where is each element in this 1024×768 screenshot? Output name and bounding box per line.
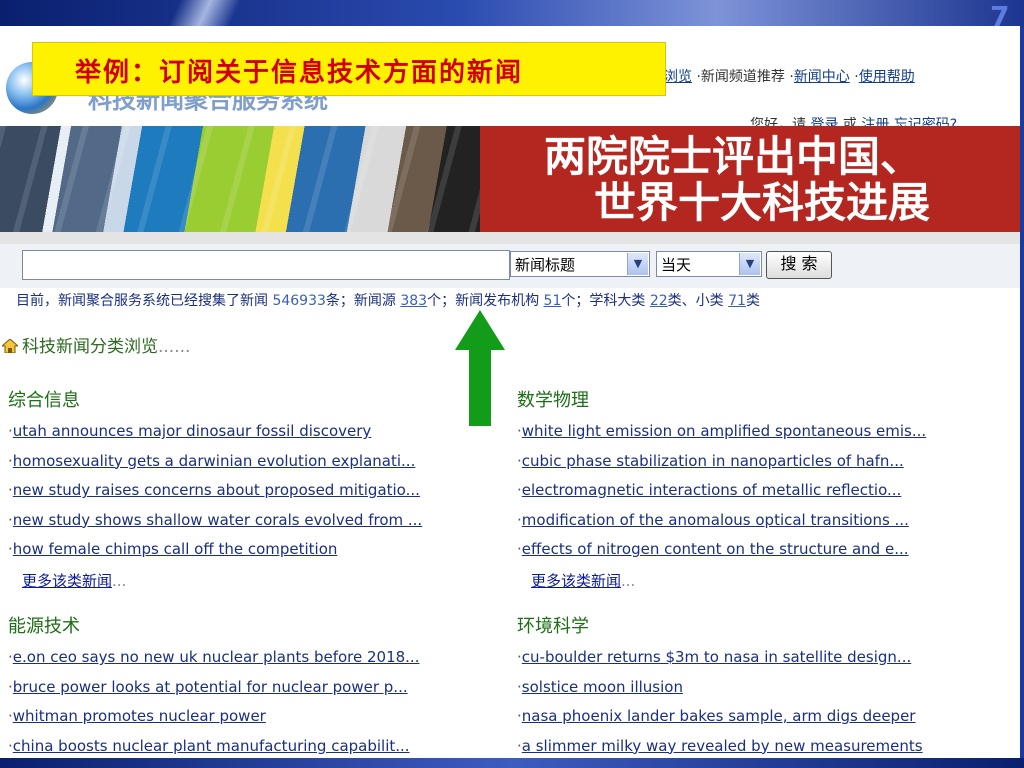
search-field-select[interactable]: 新闻标题 ▼ xyxy=(510,251,650,277)
publisher-count-link[interactable]: 51 xyxy=(544,293,562,309)
banner-image-collage xyxy=(0,126,480,232)
list-item: ·electromagnetic interactions of metalli… xyxy=(517,481,902,500)
news-link[interactable]: effects of nitrogen content on the struc… xyxy=(522,540,909,558)
list-item: ·modification of the anomalous optical t… xyxy=(517,510,909,529)
news-link[interactable]: a slimmer milky way revealed by new meas… xyxy=(522,737,923,755)
category-browse-ellipsis: ...... xyxy=(158,337,191,357)
minor-category-count-link[interactable]: 71 xyxy=(728,293,746,309)
news-link[interactable]: modification of the anomalous optical tr… xyxy=(522,511,909,529)
time-range-select[interactable]: 当天 ▼ xyxy=(656,251,762,277)
top-nav: 浏览 ·新闻频道推荐 ·新闻中心 ·使用帮助 xyxy=(664,66,915,86)
list-item: ·cu-boulder returns $3m to nasa in satel… xyxy=(517,648,912,666)
list-item: ·utah announces major dinosaur fossil di… xyxy=(8,422,372,440)
banner-title-line1: 两院院士评出中国、 xyxy=(544,132,923,181)
banner[interactable]: 两院院士评出中国、 世界十大科技进展 xyxy=(0,126,1020,232)
list-item: ·cubic phase stabilization in nanopartic… xyxy=(517,451,904,470)
nav-browse-link[interactable]: 浏览 xyxy=(664,69,692,85)
news-count: 546933 xyxy=(272,293,326,309)
time-range-value: 当天 xyxy=(661,256,692,274)
stats-unit: 个；学科大类 xyxy=(561,293,646,309)
category-browse-header: 科技新闻分类浏览...... xyxy=(2,332,190,357)
news-list: ·cu-boulder returns $3m to nasa in satel… xyxy=(517,646,1017,764)
search-field-value: 新闻标题 xyxy=(515,256,576,274)
section-title: 能源技术 xyxy=(8,616,80,637)
more-news-ellipsis: ... xyxy=(112,571,127,590)
home-icon xyxy=(2,339,18,353)
section-energy-tech: 能源技术 ·e.on ceo says no new uk nuclear pl… xyxy=(8,614,508,764)
news-link[interactable]: nasa phoenix lander bakes sample, arm di… xyxy=(522,707,916,725)
nav-news-center-link[interactable]: 新闻中心 xyxy=(794,69,850,85)
source-count-link[interactable]: 383 xyxy=(400,293,427,309)
list-item: ·solstice moon illusion xyxy=(517,677,683,696)
news-link[interactable]: cu-boulder returns $3m to nasa in satell… xyxy=(522,648,911,666)
stats-unit: 类 xyxy=(745,293,760,309)
list-item: ·how female chimps call off the competit… xyxy=(8,540,338,559)
list-item: ·new study shows shallow water corals ev… xyxy=(8,510,423,529)
section-general-info: 综合信息 ·utah announces major dinosaur foss… xyxy=(8,388,508,591)
more-news-link[interactable]: 更多该类新闻 xyxy=(531,572,621,590)
list-item: ·white light emission on amplified spont… xyxy=(517,422,927,440)
section-math-physics: 数学物理 ·white light emission on amplified … xyxy=(517,388,1017,591)
news-link[interactable]: solstice moon illusion xyxy=(522,678,683,696)
slide-top-band xyxy=(0,0,1024,26)
stats-unit: 个；新闻发布机构 xyxy=(427,293,540,309)
list-item: ·effects of nitrogen content on the stru… xyxy=(517,540,909,559)
news-list: ·utah announces major dinosaur fossil di… xyxy=(8,420,508,568)
chevron-down-icon: ▼ xyxy=(739,253,760,275)
news-link[interactable]: new study shows shallow water corals evo… xyxy=(13,511,422,529)
section-title: 数学物理 xyxy=(517,390,589,411)
stats-prefix: 目前，新闻聚合服务系统已经搜集了新闻 xyxy=(16,293,268,309)
list-item: ·new study raises concerns about propose… xyxy=(8,481,420,500)
slide-bottom-band xyxy=(0,758,1024,768)
more-news-link[interactable]: 更多该类新闻 xyxy=(22,572,112,590)
news-list: ·e.on ceo says no new uk nuclear plants … xyxy=(8,646,508,764)
news-link[interactable]: electromagnetic interactions of metallic… xyxy=(522,481,902,499)
section-environmental-science: 环境科学 ·cu-boulder returns $3m to nasa in … xyxy=(517,614,1017,764)
list-item: ·e.on ceo says no new uk nuclear plants … xyxy=(8,648,420,666)
list-item: ·bruce power looks at potential for nucl… xyxy=(8,677,408,696)
news-link[interactable]: cubic phase stabilization in nanoparticl… xyxy=(522,452,904,470)
news-link[interactable]: how female chimps call off the competiti… xyxy=(13,540,338,558)
more-news: 更多该类新闻... xyxy=(22,570,508,591)
search-bar: 新闻标题 ▼ 当天 ▼ 搜 索 xyxy=(0,244,1020,288)
news-link[interactable]: new study raises concerns about proposed… xyxy=(13,481,420,499)
news-link[interactable]: white light emission on amplified sponta… xyxy=(522,422,926,440)
category-browse-label: 科技新闻分类浏览 xyxy=(22,337,158,357)
banner-title: 两院院士评出中国、 世界十大科技进展 xyxy=(544,134,930,226)
list-item: ·homosexuality gets a darwinian evolutio… xyxy=(8,451,416,470)
stats-unit: 类、小类 xyxy=(667,293,724,309)
more-news-ellipsis: ... xyxy=(621,571,636,590)
stats-line: 目前，新闻聚合服务系统已经搜集了新闻 546933条；新闻源 383个；新闻发布… xyxy=(16,290,760,310)
major-category-count-link[interactable]: 22 xyxy=(650,293,668,309)
news-list: ·white light emission on amplified spont… xyxy=(517,420,1017,568)
news-link[interactable]: utah announces major dinosaur fossil dis… xyxy=(13,422,371,440)
news-link[interactable]: homosexuality gets a darwinian evolution… xyxy=(13,452,416,470)
search-button[interactable]: 搜 索 xyxy=(766,251,832,279)
news-link[interactable]: china boosts nuclear plant manufacturing… xyxy=(13,737,410,755)
section-title: 综合信息 xyxy=(8,390,80,411)
section-title: 环境科学 xyxy=(517,616,589,637)
list-item: ·whitman promotes nuclear power xyxy=(8,707,266,726)
news-link[interactable]: e.on ceo says no new uk nuclear plants b… xyxy=(13,648,420,666)
stats-unit: 条；新闻源 xyxy=(325,293,396,309)
search-input[interactable] xyxy=(22,250,510,280)
news-link[interactable]: bruce power looks at potential for nucle… xyxy=(13,678,408,696)
divider-bar xyxy=(0,232,1020,244)
nav-channel-recommend[interactable]: ·新闻频道推荐 xyxy=(696,69,784,85)
slide-callout: 举例：订阅关于信息技术方面的新闻 xyxy=(32,42,666,96)
nav-help-link[interactable]: 使用帮助 xyxy=(859,69,915,85)
news-link[interactable]: whitman promotes nuclear power xyxy=(13,707,266,725)
list-item: ·nasa phoenix lander bakes sample, arm d… xyxy=(517,707,916,726)
chevron-down-icon: ▼ xyxy=(627,253,648,275)
slide-right-border xyxy=(1020,26,1024,758)
callout-text: 举例：订阅关于信息技术方面的新闻 xyxy=(75,58,524,88)
more-news: 更多该类新闻... xyxy=(531,570,1017,591)
banner-title-line2: 世界十大科技进展 xyxy=(594,178,931,227)
